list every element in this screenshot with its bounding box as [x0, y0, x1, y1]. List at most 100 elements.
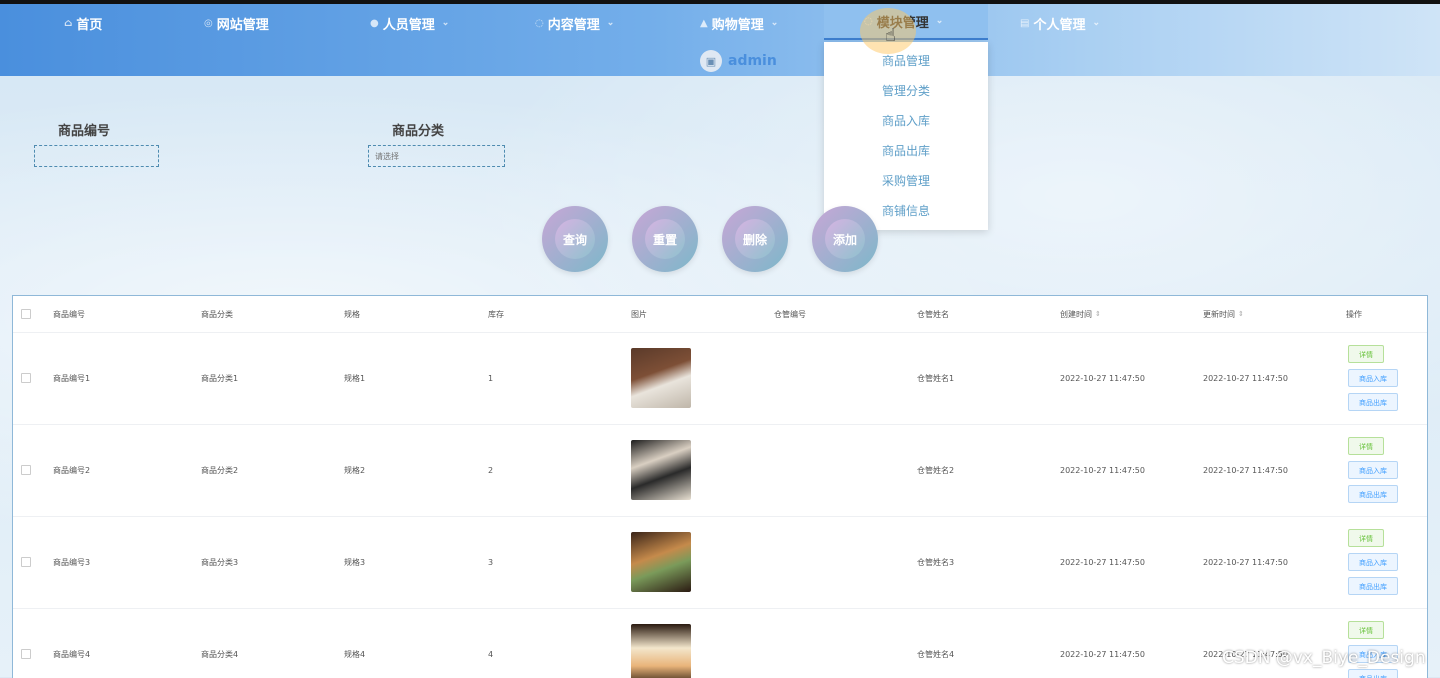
document-icon: ▤ [1020, 17, 1030, 29]
column-header: 更新时间 [1203, 309, 1235, 319]
select-all-checkbox[interactable] [21, 309, 31, 319]
stock-out-button[interactable]: 商品出库 [1348, 393, 1398, 411]
column-header: 库存 [488, 309, 504, 319]
row-actions: 详情商品入库商品出库 [1348, 424, 1398, 516]
sort-icon: ⇕ [1095, 310, 1101, 318]
cell-spec: 规格4 [344, 649, 366, 659]
user-info[interactable]: ▣ admin [700, 50, 777, 72]
hand-cursor-icon: ☝ [885, 25, 896, 46]
product-image [631, 440, 691, 500]
cell-category: 商品分类1 [201, 373, 239, 383]
stock-in-button[interactable]: 商品入库 [1348, 369, 1398, 387]
cell-spec: 规格3 [344, 557, 366, 567]
nav-label: 首页 [76, 17, 103, 33]
module-dropdown-menu: 商品管理 管理分类 商品入库 商品出库 采购管理 商铺信息 [824, 42, 988, 230]
table-row: 商品编号3 商品分类3 规格3 3 仓管姓名3 2022-10-27 11:47:50 20… [13, 516, 1427, 609]
top-navbar: ⌂ 首页 ◎ 网站管理 ● 人员管理 ⌄ ◌ 内容管理 ⌄ ▲ 购物管理 ⌄ ◌… [0, 4, 1440, 76]
user-icon: ● [370, 17, 379, 29]
column-header: 图片 [631, 309, 647, 319]
row-checkbox[interactable] [21, 465, 31, 475]
cell-spec: 规格1 [344, 373, 366, 383]
stock-out-button[interactable]: 商品出库 [1348, 577, 1398, 595]
cell-keeper_name: 仓管姓名1 [917, 373, 955, 383]
cell-stock: 2 [488, 465, 494, 475]
search-input-code[interactable] [34, 145, 159, 167]
stock-in-button[interactable]: 商品入库 [1348, 461, 1398, 479]
column-header-sortable[interactable]: 更新时间 ⇕ [1203, 296, 1244, 332]
add-button-label: 添加 [825, 219, 865, 259]
query-button-label: 查询 [555, 219, 595, 259]
chevron-down-icon: ⌄ [935, 16, 944, 26]
row-checkbox[interactable] [21, 557, 31, 567]
nav-personal[interactable]: ▤ 个人管理 ⌄ [1020, 12, 1100, 34]
cell-created: 2022-10-27 11:47:50 [1060, 465, 1145, 475]
nav-home[interactable]: ⌂ 首页 [64, 12, 102, 34]
nav-staff[interactable]: ● 人员管理 ⌄ [370, 12, 449, 34]
search-label-category: 商品分类 [392, 124, 445, 139]
cell-code: 商品编号2 [53, 465, 91, 475]
column-header-sortable[interactable]: 创建时间 ⇕ [1060, 296, 1101, 332]
column-header: 仓管姓名 [917, 309, 949, 319]
cell-category: 商品分类3 [201, 557, 239, 567]
column-header: 操作 [1346, 309, 1362, 319]
row-checkbox[interactable] [21, 649, 31, 659]
menu-item-purchase[interactable]: 采购管理 [824, 166, 988, 196]
cell-spec: 规格2 [344, 465, 366, 475]
chevron-down-icon: ⌄ [441, 18, 450, 28]
column-header: 规格 [344, 309, 360, 319]
menu-item-category-manage[interactable]: 管理分类 [824, 76, 988, 106]
add-button[interactable]: 添加 [812, 206, 878, 272]
detail-button[interactable]: 详情 [1348, 345, 1384, 363]
menu-item-stock-in[interactable]: 商品入库 [824, 106, 988, 136]
reset-button[interactable]: 重置 [632, 206, 698, 272]
stock-out-button[interactable]: 商品出库 [1348, 485, 1398, 503]
avatar: ▣ [700, 50, 722, 72]
table-row: 商品编号4 商品分类4 规格4 4 仓管姓名4 2022-10-27 11:47:50 20… [13, 608, 1427, 678]
delete-button[interactable]: 删除 [722, 206, 788, 272]
watermark: CSDN @vx_Biye_Design [1222, 648, 1426, 668]
cell-code: 商品编号3 [53, 557, 91, 567]
detail-button[interactable]: 详情 [1348, 621, 1384, 639]
cart-icon: ▲ [700, 17, 708, 29]
product-image [631, 532, 691, 592]
nav-shopping[interactable]: ▲ 购物管理 ⌄ [700, 12, 778, 34]
cell-code: 商品编号1 [53, 373, 91, 383]
column-header: 商品编号 [53, 309, 85, 319]
category-select[interactable] [368, 145, 505, 167]
cell-keeper_name: 仓管姓名2 [917, 465, 955, 475]
query-button[interactable]: 查询 [542, 206, 608, 272]
cell-category: 商品分类4 [201, 649, 239, 659]
sort-icon: ⇕ [1238, 310, 1244, 318]
cell-code: 商品编号4 [53, 649, 91, 659]
nav-website[interactable]: ◎ 网站管理 [204, 12, 269, 34]
cell-stock: 3 [488, 557, 494, 567]
cell-created: 2022-10-27 11:47:50 [1060, 649, 1145, 659]
menu-item-stock-out[interactable]: 商品出库 [824, 136, 988, 166]
nav-content[interactable]: ◌ 内容管理 ⌄ [535, 12, 614, 34]
detail-button[interactable]: 详情 [1348, 437, 1384, 455]
nav-label: 人员管理 [382, 17, 435, 33]
cell-stock: 4 [488, 649, 494, 659]
cell-updated: 2022-10-27 11:47:50 [1203, 465, 1288, 475]
chat-icon: ◌ [535, 17, 544, 29]
product-table: 商品编号 商品分类 规格 库存 图片 仓管编号 仓管姓名 创建时间 ⇕ 更新时间 ⇕… [12, 295, 1428, 678]
product-image [631, 348, 691, 408]
row-actions: 详情商品入库商品出库 [1348, 332, 1398, 424]
detail-button[interactable]: 详情 [1348, 529, 1384, 547]
menu-item-product-manage[interactable]: 商品管理 [824, 46, 988, 76]
nav-label: 网站管理 [216, 17, 269, 33]
stock-in-button[interactable]: 商品入库 [1348, 553, 1398, 571]
chevron-down-icon: ⌄ [1092, 18, 1101, 28]
column-header: 仓管编号 [774, 309, 806, 319]
nav-label: 内容管理 [547, 17, 600, 33]
table-header: 商品编号 商品分类 规格 库存 图片 仓管编号 仓管姓名 创建时间 ⇕ 更新时间 ⇕… [13, 296, 1427, 333]
nav-label: 个人管理 [1033, 17, 1086, 33]
column-header: 商品分类 [201, 309, 233, 319]
cell-updated: 2022-10-27 11:47:50 [1203, 557, 1288, 567]
cell-created: 2022-10-27 11:47:50 [1060, 557, 1145, 567]
column-header: 创建时间 [1060, 309, 1092, 319]
chevron-down-icon: ⌄ [606, 18, 615, 28]
cell-updated: 2022-10-27 11:47:50 [1203, 373, 1288, 383]
row-checkbox[interactable] [21, 373, 31, 383]
cell-keeper_name: 仓管姓名3 [917, 557, 955, 567]
